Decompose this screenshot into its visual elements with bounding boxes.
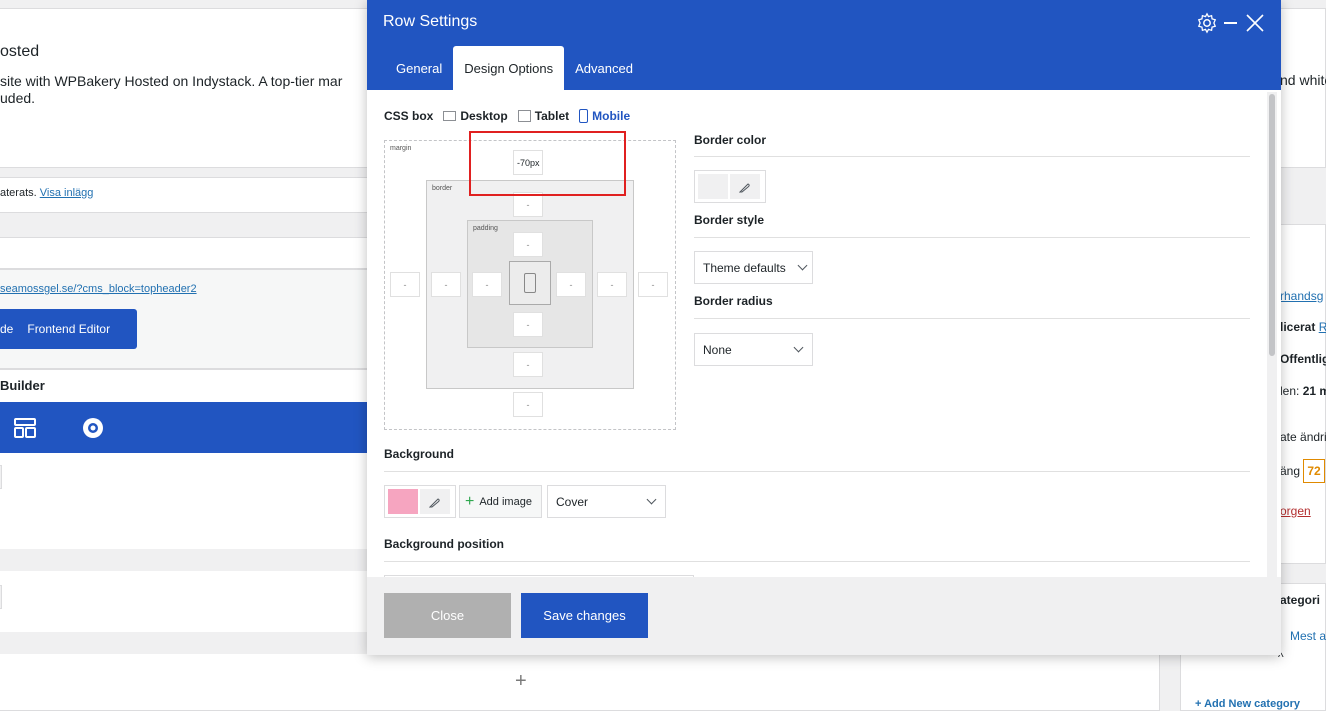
tab-bar: General Design Options Advanced <box>385 46 644 90</box>
frontend-editor-button[interactable]: Frontend Editor <box>27 322 110 336</box>
margin-right-input[interactable]: - <box>638 272 668 297</box>
separator <box>384 561 1250 562</box>
eyedropper-icon[interactable] <box>420 489 450 514</box>
device-tablet[interactable]: Tablet <box>517 109 570 123</box>
editor-buttons: de Frontend Editor <box>0 309 137 349</box>
permalink-url[interactable]: seamossgel.se/?cms_block=topheader2 <box>0 283 197 295</box>
border-style-label: Border style <box>694 213 765 227</box>
padding-left-input[interactable]: - <box>472 272 502 297</box>
most-used-tab[interactable]: Mest a <box>1290 629 1326 643</box>
scrollbar-thumb[interactable] <box>1269 94 1275 356</box>
margin-bottom-input[interactable]: - <box>513 392 543 417</box>
visibility-text: Offentlig <box>1280 352 1326 366</box>
settings-gear-icon[interactable] <box>1196 12 1218 34</box>
chevron-down-icon <box>646 494 657 505</box>
templates-icon[interactable] <box>13 416 37 440</box>
tablet-label: Tablet <box>534 109 570 123</box>
trash-link[interactable]: orgen <box>1280 504 1311 518</box>
modal-scrollbar[interactable] <box>1267 92 1277 577</box>
border-label: border <box>432 185 453 192</box>
background-size-select[interactable]: Cover <box>547 485 666 518</box>
padding-right-input[interactable]: - <box>556 272 586 297</box>
separator <box>694 318 1250 319</box>
background-label: Background <box>384 447 455 461</box>
builder-heading: Builder <box>0 378 45 393</box>
css-box-label: CSS box <box>384 109 434 123</box>
plugin-title: osted <box>0 43 40 60</box>
permalink: seamossgel.se/?cms_block=topheader2 <box>0 283 197 295</box>
status-text: licerat R <box>1280 320 1326 334</box>
css-box-header: CSS box Desktop Tablet Mobile <box>384 109 630 123</box>
border-style-select[interactable]: Theme defaults <box>694 251 813 284</box>
close-button[interactable]: Close <box>384 593 511 638</box>
add-image-button[interactable]: + Add image <box>459 485 542 518</box>
desktop-label: Desktop <box>460 109 508 123</box>
notice-text: aterats. <box>0 187 37 199</box>
plugin-description: site with WPBakery Hosted on Indystack. … <box>0 73 343 89</box>
border-style-value: Theme defaults <box>703 260 786 275</box>
background-position-label: Background position <box>384 537 504 551</box>
add-row-plus-icon[interactable]: + <box>515 670 527 693</box>
desktop-icon <box>443 111 457 121</box>
preview-link[interactable]: rhandsg <box>1280 289 1323 303</box>
modal-footer: Close Save changes <box>367 577 1281 655</box>
border-radius-label: Border radius <box>694 294 773 308</box>
border-left-input[interactable]: - <box>431 272 461 297</box>
device-mobile[interactable]: Mobile <box>579 109 630 123</box>
tab-advanced[interactable]: Advanced <box>564 46 644 90</box>
length-text: äng 72 <box>1280 459 1325 483</box>
mobile-label: Mobile <box>592 109 631 123</box>
border-color-picker[interactable] <box>694 170 766 203</box>
eyedropper-icon[interactable] <box>730 174 760 199</box>
mobile-icon <box>579 109 589 123</box>
padding-top-input[interactable]: - <box>513 232 543 257</box>
close-icon[interactable] <box>1245 13 1265 33</box>
row-stub <box>0 465 2 489</box>
modal-title: Row Settings <box>383 13 478 30</box>
modal-header: Row Settings General Design Options Adva… <box>367 0 1281 90</box>
settings-gear-icon[interactable] <box>81 416 105 440</box>
border-color-label: Border color <box>694 133 767 147</box>
tab-general[interactable]: General <box>385 46 453 90</box>
plugin-description-2: uded. <box>0 90 36 106</box>
device-desktop[interactable]: Desktop <box>443 109 508 123</box>
margin-left-input[interactable]: - <box>390 272 420 297</box>
border-color-swatch[interactable] <box>698 174 728 199</box>
tab-design-options[interactable]: Design Options <box>453 46 565 90</box>
sidebar-text-top: nd white <box>1280 72 1326 88</box>
border-radius-value: None <box>703 342 732 357</box>
last-edited-text: ate ändri <box>1280 430 1326 444</box>
background-color-picker[interactable] <box>384 485 456 518</box>
row-stub-2 <box>0 585 2 609</box>
revisions-text: len: 21 m <box>1280 384 1326 398</box>
categories-heading: ategori <box>1280 593 1321 607</box>
update-notice: aterats. Visa inlägg <box>0 187 93 199</box>
separator <box>694 237 1250 238</box>
plus-icon: + <box>465 492 475 510</box>
backend-editor-button[interactable]: de <box>0 322 13 336</box>
padding-bottom-input[interactable]: - <box>513 312 543 337</box>
background-color-swatch[interactable] <box>388 489 418 514</box>
border-right-input[interactable]: - <box>597 272 627 297</box>
tablet-icon <box>517 110 531 122</box>
view-post-link[interactable]: Visa inlägg <box>40 187 94 199</box>
add-image-label: Add image <box>479 495 532 508</box>
mobile-preview-icon <box>524 273 536 293</box>
chevron-down-icon <box>797 260 808 271</box>
save-changes-button[interactable]: Save changes <box>521 593 648 638</box>
minimize-icon[interactable] <box>1224 22 1237 24</box>
background-size-value: Cover <box>556 494 589 509</box>
separator <box>694 156 1250 157</box>
margin-label: margin <box>390 145 412 152</box>
border-radius-select[interactable]: None <box>694 333 813 366</box>
add-new-category-link[interactable]: + Add New category <box>1195 698 1300 710</box>
border-bottom-input[interactable]: - <box>513 352 543 377</box>
separator <box>384 471 1250 472</box>
chevron-down-icon <box>793 342 804 353</box>
padding-label: padding <box>473 225 498 232</box>
highlight-annotation <box>469 131 626 196</box>
row-settings-modal: Row Settings General Design Options Adva… <box>367 0 1281 655</box>
content-box <box>509 261 551 305</box>
